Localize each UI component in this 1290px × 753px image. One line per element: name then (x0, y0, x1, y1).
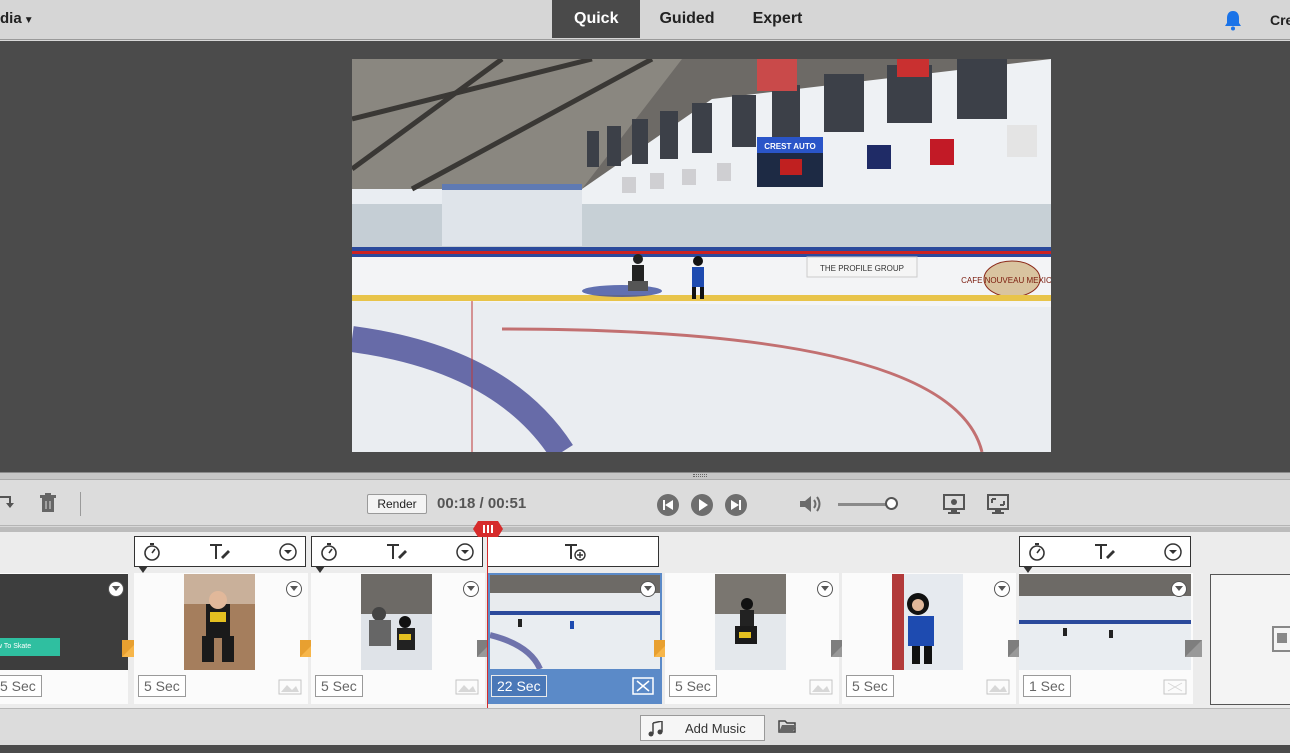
volume-slider-knob[interactable] (885, 497, 898, 510)
clip-menu-button[interactable] (463, 581, 479, 597)
previous-button[interactable] (657, 494, 679, 516)
image-icon (455, 679, 479, 695)
clip-thumbnail (1019, 574, 1191, 670)
next-button[interactable] (725, 494, 747, 516)
clip-duration[interactable]: 5 Sec (315, 675, 363, 697)
board-ad-text: THE PROFILE GROUP (820, 264, 904, 273)
add-media-placeholder[interactable] (1210, 574, 1290, 705)
add-text-icon[interactable] (564, 543, 586, 561)
clip-menu-button[interactable] (994, 581, 1010, 597)
image-icon (986, 679, 1010, 695)
play-button[interactable] (691, 494, 713, 516)
skip-forward-icon (731, 500, 741, 510)
render-settings-icon[interactable] (943, 493, 965, 515)
title-text: w To Skate (0, 638, 60, 656)
stopwatch-icon[interactable] (320, 543, 338, 561)
volume-icon[interactable] (798, 494, 824, 514)
clip-thumbnail (361, 574, 432, 670)
clip-duration[interactable]: 5 Sec (846, 675, 894, 697)
panel-splitter[interactable] (0, 472, 1290, 480)
chevron-down-icon[interactable] (279, 543, 297, 561)
video-icon (632, 677, 654, 695)
clip-toolbar (1019, 536, 1191, 573)
folder-icon[interactable] (778, 719, 796, 733)
clip-duration[interactable]: 22 Sec (491, 675, 547, 697)
tab-expert[interactable]: Expert (734, 0, 822, 38)
clip-thumbnail (184, 574, 255, 670)
tab-quick[interactable]: Quick (552, 0, 641, 38)
bell-icon[interactable] (1223, 9, 1243, 31)
account-label[interactable]: Cre (1270, 12, 1290, 28)
music-note-icon (648, 721, 663, 737)
media-menu-label: dia (0, 10, 22, 27)
text-edit-icon[interactable] (209, 543, 231, 561)
timeline-clip[interactable]: 1 Sec (1019, 573, 1202, 704)
clip-menu-button[interactable] (108, 581, 124, 597)
clip-thumbnail (892, 574, 963, 670)
play-icon (699, 499, 708, 511)
scoreboard-label: CREST AUTO (764, 142, 816, 151)
timeline-clip[interactable]: 5 Sec (665, 573, 848, 704)
fullscreen-icon[interactable] (987, 493, 1009, 515)
bottom-strip (0, 745, 1290, 753)
clip-menu-button[interactable] (1171, 581, 1187, 597)
rotate-icon[interactable] (0, 493, 14, 513)
clip-duration[interactable]: 5 Sec (669, 675, 717, 697)
video-icon (1163, 679, 1187, 695)
media-menu[interactable]: dia ▼ (0, 10, 34, 27)
clip-duration[interactable]: 5 Sec (0, 675, 42, 697)
clip-toolbar (311, 536, 483, 573)
mode-tabs: Quick Guided Expert (552, 0, 821, 38)
tab-guided[interactable]: Guided (640, 0, 733, 38)
transition-icon[interactable] (1185, 640, 1202, 657)
timecode: 00:18 / 00:51 (437, 495, 527, 512)
image-icon (809, 679, 833, 695)
clip-menu-button[interactable] (286, 581, 302, 597)
skip-back-icon (663, 500, 673, 510)
divider (80, 492, 81, 516)
volume-slider-track[interactable] (838, 503, 892, 506)
timeline-clip[interactable]: w To Skate 5 Sec (0, 573, 139, 704)
preview-image: CREST AUTO THE PROFILE GROUP CAFE NOUVEA… (352, 59, 1051, 452)
image-icon (278, 679, 302, 695)
timeline-clip[interactable]: 5 Sec (842, 573, 1025, 704)
timeline-clip-selected[interactable]: 22 Sec (488, 573, 671, 704)
chevron-down-icon[interactable] (1164, 543, 1182, 561)
clip-thumbnail (490, 575, 660, 669)
clip-duration[interactable]: 5 Sec (138, 675, 186, 697)
clip-menu-button[interactable] (817, 581, 833, 597)
text-edit-icon[interactable] (1094, 543, 1116, 561)
timeline: w To Skate 5 Sec 5 Sec 5 Sec 22 Sec 5 Se… (0, 532, 1290, 708)
add-music-button[interactable]: Add Music (640, 715, 765, 741)
board-ad-text: CAFE NOUVEAU MEXICAN (961, 276, 1051, 285)
playback-controls: Render 00:18 / 00:51 (0, 480, 1290, 526)
stopwatch-icon[interactable] (143, 543, 161, 561)
clip-thumbnail (715, 574, 786, 670)
top-bar: dia ▼ Quick Guided Expert Cre (0, 0, 1290, 40)
playhead-handle[interactable] (472, 521, 504, 537)
clip-duration[interactable]: 1 Sec (1023, 675, 1071, 697)
clip-toolbar (134, 536, 306, 573)
timeline-clip[interactable]: 5 Sec (311, 573, 494, 704)
add-media-icon (1272, 626, 1290, 652)
clip-toolbar (487, 536, 659, 567)
clip-menu-button[interactable] (640, 581, 656, 597)
stopwatch-icon[interactable] (1028, 543, 1046, 561)
render-button[interactable]: Render (367, 494, 427, 514)
trash-icon[interactable] (39, 493, 57, 513)
preview-panel: CREST AUTO THE PROFILE GROUP CAFE NOUVEA… (0, 41, 1290, 472)
chevron-down-icon: ▼ (23, 15, 34, 26)
text-edit-icon[interactable] (386, 543, 408, 561)
add-music-label: Add Music (685, 721, 746, 736)
timeline-clip[interactable]: 5 Sec (134, 573, 317, 704)
chevron-down-icon[interactable] (456, 543, 474, 561)
